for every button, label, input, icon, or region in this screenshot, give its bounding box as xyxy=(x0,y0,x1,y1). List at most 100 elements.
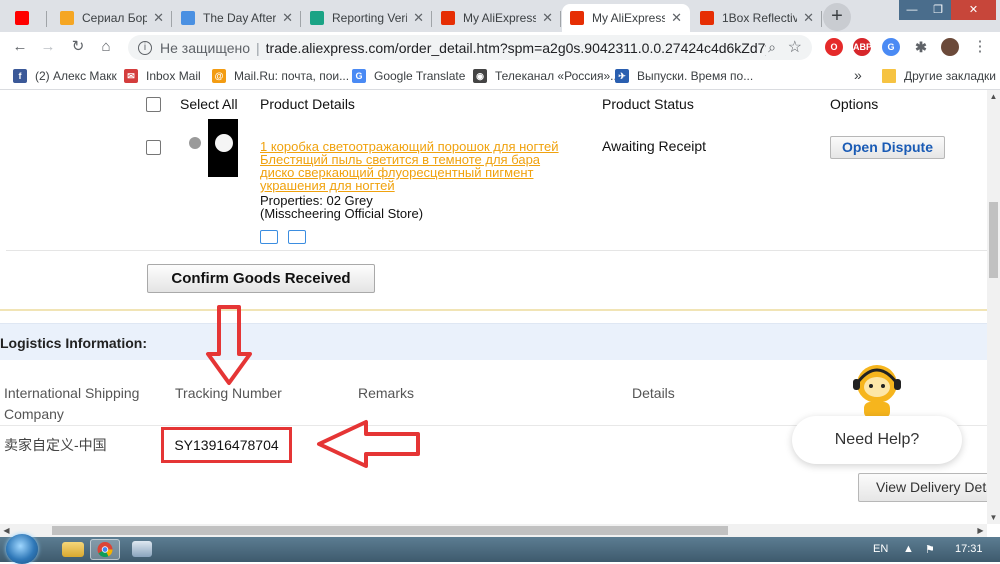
back-icon[interactable]: ← xyxy=(10,37,30,57)
delivery-truck-icon[interactable] xyxy=(260,230,278,244)
zoom-icon[interactable]: ⌕ xyxy=(768,39,776,56)
tracking-number-value[interactable]: SY13916478704 xyxy=(161,427,292,463)
assistant-mascot-icon[interactable] xyxy=(850,362,904,418)
adblock-icon[interactable]: ABP xyxy=(853,38,872,56)
product-status-value: Awaiting Receipt xyxy=(602,138,707,154)
horizontal-scroll-thumb[interactable] xyxy=(52,526,728,535)
browser-tab[interactable]: 1Box Reflective ✕ xyxy=(692,4,822,32)
left-arrow-annotation xyxy=(317,420,420,468)
other-bookmarks[interactable]: Другие закладки xyxy=(882,69,996,83)
bookmarks-overflow-button[interactable]: » xyxy=(854,67,862,83)
bookmark-vremya[interactable]: ✈ Выпуски. Время по... xyxy=(615,69,753,83)
mail-ru-icon: @ xyxy=(212,69,226,83)
browser-tab[interactable]: My AliExpress ✕ xyxy=(562,4,690,32)
select-all-checkbox[interactable] xyxy=(146,97,161,112)
tab-close-icon[interactable]: ✕ xyxy=(671,10,682,26)
language-indicator[interactable]: EN xyxy=(873,543,888,555)
tab-close-icon[interactable]: ✕ xyxy=(153,10,164,26)
browser-toolbar: ← → ↻ ⌂ i Не защищено | trade.aliexpress… xyxy=(0,32,1000,63)
tab-favicon-icon xyxy=(570,11,584,25)
profile-avatar-icon[interactable] xyxy=(941,38,959,56)
tab-close-icon[interactable]: ✕ xyxy=(803,10,814,26)
tab-title: Сериал Бордж xyxy=(82,11,148,25)
windows-taskbar: EN ▲ ⚑ 17:31 xyxy=(0,534,1000,564)
bookmark-tv-russia[interactable]: ◉ Телеканал «Россия»... xyxy=(473,69,620,83)
browser-tab[interactable]: The Day After ✕ xyxy=(173,4,301,32)
tab-close-icon[interactable]: ✕ xyxy=(282,10,293,26)
new-tab-button[interactable]: + xyxy=(823,3,851,31)
shipping-company-header: International Shipping Company xyxy=(4,385,140,422)
product-checkbox[interactable] xyxy=(146,140,161,155)
tab-favicon-icon xyxy=(60,11,74,25)
home-icon[interactable]: ⌂ xyxy=(96,37,116,57)
bookmark-facebook[interactable]: f (2) Алекс Макк xyxy=(13,69,117,83)
clock[interactable]: 17:31 xyxy=(955,543,983,555)
remarks-header: Remarks xyxy=(358,385,415,401)
scroll-right-arrow-icon[interactable]: ▶ xyxy=(974,524,987,537)
chrome-taskbar-icon[interactable] xyxy=(90,539,120,560)
google-translate-icon[interactable]: G xyxy=(882,38,900,56)
tab-favicon-icon xyxy=(700,11,714,25)
minimize-button[interactable]: — xyxy=(899,0,925,20)
tray-expand-icon[interactable]: ▲ xyxy=(903,543,914,555)
info-icon[interactable]: i xyxy=(138,40,152,55)
tracking-number-header: Tracking Number xyxy=(175,385,282,401)
return-icon[interactable] xyxy=(288,230,306,244)
puzzle-icon[interactable]: ✱ xyxy=(912,38,930,56)
bookmark-star-icon[interactable]: ☆ xyxy=(788,37,802,57)
start-button-icon[interactable] xyxy=(6,534,38,564)
bookmark-label: Телеканал «Россия»... xyxy=(495,69,621,83)
confirm-goods-received-button[interactable]: Confirm Goods Received xyxy=(147,264,375,293)
other-bookmarks-label: Другие закладки xyxy=(904,69,996,83)
tab-close-icon[interactable]: ✕ xyxy=(413,10,424,26)
tab-pinned[interactable] xyxy=(7,4,47,32)
store-name: (Misscheering Official Store) xyxy=(260,206,424,221)
details-header: Details xyxy=(632,385,675,401)
opera-icon[interactable]: O xyxy=(825,38,843,56)
network-app-icon[interactable] xyxy=(132,541,152,557)
tab-favicon-icon xyxy=(310,11,324,25)
open-dispute-button[interactable]: Open Dispute xyxy=(830,136,945,159)
browser-tab[interactable]: Reporting Veri ✕ xyxy=(302,4,432,32)
vertical-scroll-thumb[interactable] xyxy=(989,202,998,278)
forward-icon[interactable]: → xyxy=(38,37,58,57)
horizontal-scrollbar[interactable]: ◀ ▶ xyxy=(0,524,987,537)
reload-icon[interactable]: ↻ xyxy=(68,37,88,57)
page-content: Select All Product Details Product Statu… xyxy=(0,90,987,524)
browser-tab[interactable]: Сериал Бордж ✕ xyxy=(52,4,172,32)
bookmarks-bar: f (2) Алекс Макк ✉ Inbox Mail @ Mail.Ru: почт… xyxy=(0,63,1000,90)
tv-russia-icon: ◉ xyxy=(473,69,487,83)
flag-icon[interactable]: ⚑ xyxy=(925,543,935,556)
scroll-up-arrow-icon[interactable]: ▲ xyxy=(987,90,1000,103)
address-bar[interactable]: i Не защищено | trade.aliexpress.com/ord… xyxy=(128,35,812,60)
view-delivery-details-button[interactable]: View Delivery Details xyxy=(858,473,987,502)
bookmark-mail-ru[interactable]: @ Mail.Ru: почта, пои... xyxy=(212,69,349,83)
close-window-button[interactable]: ✕ xyxy=(951,0,996,20)
select-all-label: Select All xyxy=(180,96,238,112)
tab-close-icon[interactable]: ✕ xyxy=(542,10,553,26)
restore-button[interactable]: ❐ xyxy=(925,0,951,20)
youtube-icon xyxy=(15,11,29,25)
bookmark-google-translate[interactable]: G Google Translate xyxy=(352,69,465,83)
browser-tab[interactable]: My AliExpress ✕ xyxy=(433,4,561,32)
vremya-icon: ✈ xyxy=(615,69,629,83)
menu-icon[interactable]: ⋮ xyxy=(970,37,990,57)
vertical-scrollbar[interactable]: ▲ ▼ xyxy=(987,90,1000,524)
bookmark-inbox-mail[interactable]: ✉ Inbox Mail xyxy=(124,69,201,83)
logistics-title: Logistics Information: xyxy=(0,335,147,351)
bookmark-label: Inbox Mail xyxy=(146,69,201,83)
url-text[interactable]: trade.aliexpress.com/order_detail.htm?sp… xyxy=(266,40,766,56)
scroll-left-arrow-icon[interactable]: ◀ xyxy=(0,524,13,537)
security-label: Не защищено xyxy=(160,39,250,56)
tab-strip: Сериал Бордж✕The Day After✕Reporting Ver… xyxy=(0,0,1000,32)
product-title-link[interactable]: 1 коробка светоотражающий порошок для но… xyxy=(260,140,590,192)
inbox-mail-icon: ✉ xyxy=(124,69,138,83)
scroll-down-arrow-icon[interactable]: ▼ xyxy=(987,511,1000,524)
bookmark-label: Mail.Ru: почта, пои... xyxy=(234,69,350,83)
product-thumbnail[interactable] xyxy=(183,119,238,177)
tab-title: 1Box Reflective xyxy=(722,11,798,25)
tab-title: My AliExpress xyxy=(463,11,537,25)
need-help-button[interactable]: Need Help? xyxy=(792,416,962,464)
file-explorer-icon[interactable] xyxy=(62,542,84,557)
address-divider: | xyxy=(256,39,260,56)
